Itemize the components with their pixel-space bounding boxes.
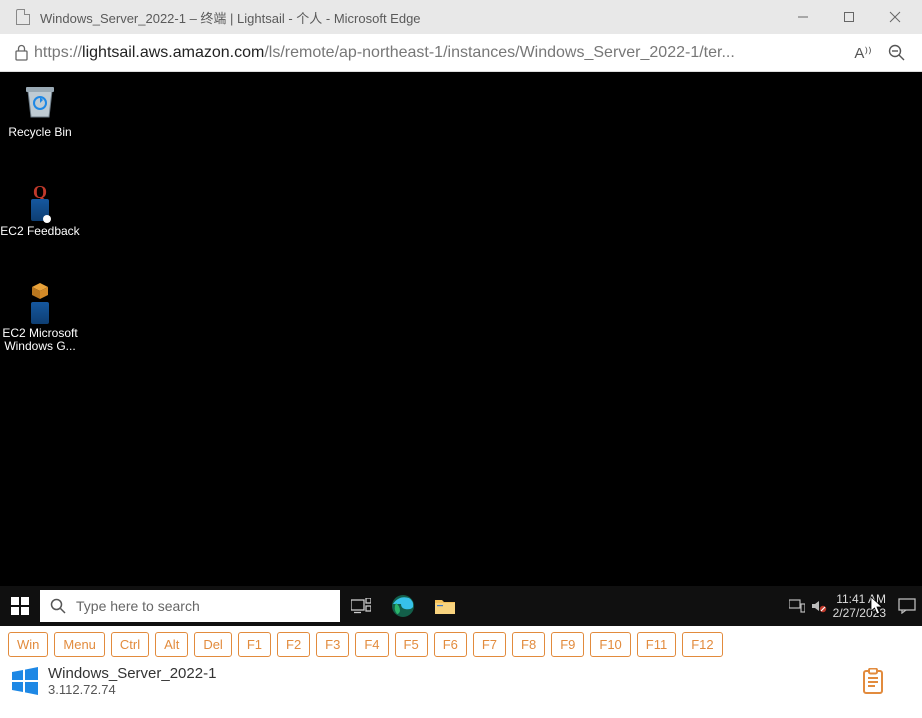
taskbar-search[interactable]: Type here to search — [40, 590, 340, 622]
window-controls — [780, 0, 918, 34]
virtual-key-f2[interactable]: F2 — [277, 632, 310, 657]
virtual-key-alt[interactable]: Alt — [155, 632, 188, 657]
virtual-key-f4[interactable]: F4 — [355, 632, 388, 657]
virtual-key-f12[interactable]: F12 — [682, 632, 722, 657]
search-icon — [50, 598, 66, 614]
remote-desktop[interactable]: Recycle Bin Q EC2 Feedback EC2 Microsoft… — [0, 72, 922, 626]
shortcut-icon — [31, 302, 49, 324]
edge-icon — [391, 594, 415, 618]
system-tray: 11:41 AM 2/27/2023 — [789, 592, 922, 620]
instance-ip: 3.112.72.74 — [48, 682, 216, 697]
taskbar-app-explorer[interactable] — [424, 586, 466, 626]
windows-logo-icon — [11, 597, 29, 615]
virtual-key-f6[interactable]: F6 — [434, 632, 467, 657]
virtual-key-f5[interactable]: F5 — [395, 632, 428, 657]
clipboard-button[interactable] — [862, 668, 884, 694]
url-text[interactable]: https://lightsail.aws.amazon.com/ls/remo… — [34, 44, 846, 62]
desktop-icon-label: EC2 Feedback — [0, 224, 79, 238]
virtual-key-ctrl[interactable]: Ctrl — [111, 632, 149, 657]
desktop-icon-label: Recycle Bin — [8, 125, 71, 139]
search-placeholder: Type here to search — [76, 598, 200, 614]
browser-titlebar: Windows_Server_2022-1 – 终端 | Lightsail -… — [0, 0, 922, 34]
volume-muted-icon[interactable] — [811, 599, 827, 613]
virtual-key-f9[interactable]: F9 — [551, 632, 584, 657]
start-button[interactable] — [0, 586, 40, 626]
folder-icon — [434, 597, 456, 615]
mouse-cursor — [870, 596, 884, 616]
windows-logo-icon — [10, 666, 40, 696]
virtual-key-f8[interactable]: F8 — [512, 632, 545, 657]
browser-address-bar: https://lightsail.aws.amazon.com/ls/remo… — [0, 34, 922, 72]
url-path: /ls/remote/ap-northeast-1/instances/Wind… — [264, 44, 734, 61]
task-view-button[interactable] — [340, 586, 382, 626]
url-scheme: https:// — [34, 44, 82, 61]
box-icon — [31, 282, 49, 300]
shortcut-icon — [31, 199, 49, 221]
desktop-icon-recycle-bin[interactable]: Recycle Bin — [0, 80, 80, 139]
page-icon — [16, 9, 30, 25]
desktop-icon-label: EC2 Microsoft Windows G... — [0, 327, 80, 353]
lightsail-control-panel: WinMenuCtrlAltDelF1F2F3F4 F5F6F7F8F9F10 F1… — [0, 626, 922, 718]
virtual-key-f7[interactable]: F7 — [473, 632, 506, 657]
zoom-out-icon[interactable] — [880, 44, 914, 62]
virtual-key-f1[interactable]: F1 — [238, 632, 271, 657]
url-host: lightsail.aws.amazon.com — [82, 44, 264, 61]
action-center-icon[interactable] — [898, 598, 916, 614]
virtual-key-win[interactable]: Win — [8, 632, 48, 657]
virtual-key-row: WinMenuCtrlAltDelF1F2F3F4 F5F6F7F8F9F10 F1… — [8, 632, 914, 657]
desktop-icon-ec2-feedback[interactable]: Q EC2 Feedback — [0, 182, 80, 238]
recycle-bin-icon — [19, 80, 61, 122]
windows-taskbar: Type here to search 11:41 AM 2/27/2023 — [0, 586, 922, 626]
read-aloud-icon[interactable]: A⁾⁾ — [846, 44, 880, 62]
task-view-icon — [351, 598, 371, 614]
maximize-button[interactable] — [826, 0, 872, 34]
virtual-key-f3[interactable]: F3 — [316, 632, 349, 657]
virtual-key-f10[interactable]: F10 — [590, 632, 630, 657]
instance-status-bar: Windows_Server_2022-1 3.112.72.74 — [8, 665, 914, 697]
virtual-key-f11[interactable]: F11 — [637, 632, 676, 657]
instance-name: Windows_Server_2022-1 — [48, 665, 216, 682]
desktop-icon-ec2-ms-guide[interactable]: EC2 Microsoft Windows G... — [0, 282, 80, 353]
virtual-key-menu[interactable]: Menu — [54, 632, 105, 657]
close-button[interactable] — [872, 0, 918, 34]
browser-tab-title: Windows_Server_2022-1 – 终端 | Lightsail -… — [40, 8, 780, 27]
network-icon[interactable] — [789, 599, 805, 613]
minimize-button[interactable] — [780, 0, 826, 34]
taskbar-app-edge[interactable] — [382, 586, 424, 626]
virtual-key-del[interactable]: Del — [194, 632, 232, 657]
site-info-icon[interactable] — [8, 40, 34, 66]
